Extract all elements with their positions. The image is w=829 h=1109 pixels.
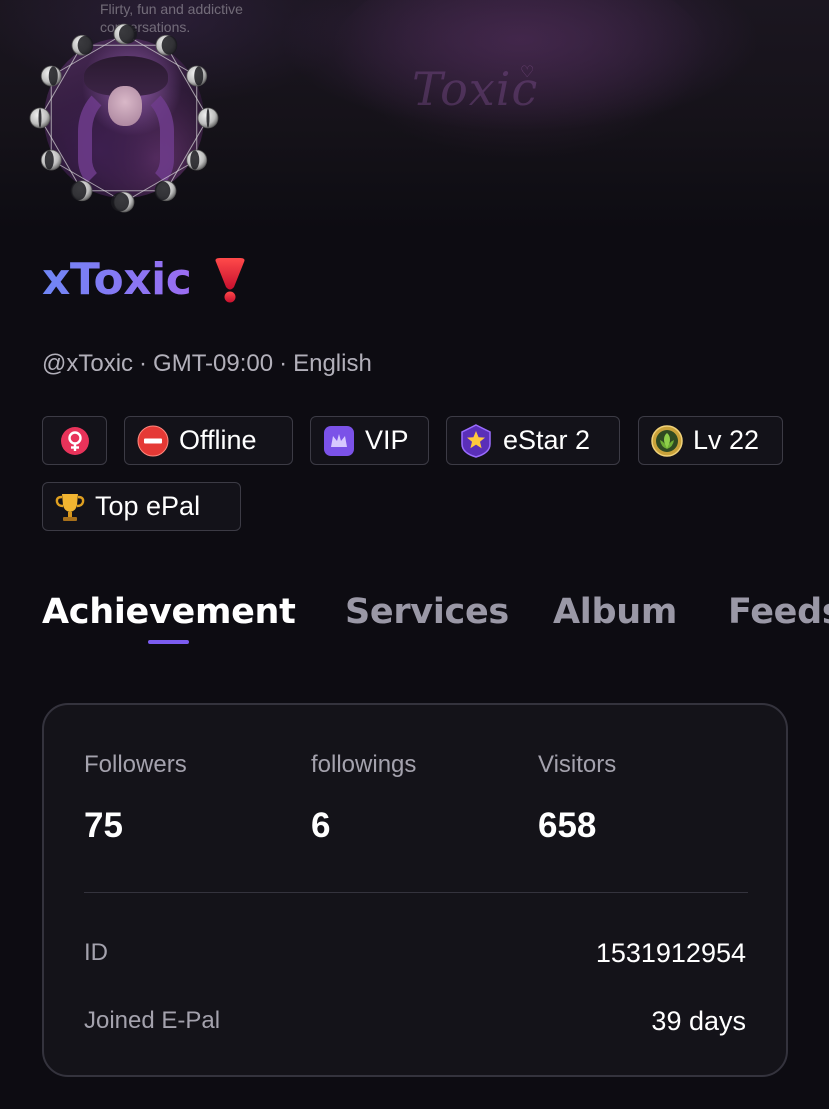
active-tab-indicator: [148, 640, 189, 644]
tab-services[interactable]: Services: [345, 590, 509, 634]
vip-badge: VIP: [310, 416, 429, 465]
visitors-label: Visitors: [538, 751, 617, 778]
timezone: GMT-09:00: [153, 350, 274, 377]
crown-icon: [324, 425, 354, 456]
star-shield-icon: [461, 423, 491, 458]
display-name: xToxic: [42, 250, 192, 310]
trophy-icon: [55, 493, 85, 521]
visitors-count: 658: [538, 806, 597, 845]
status-label: Offline: [179, 425, 257, 455]
followers-count[interactable]: 75: [84, 805, 123, 847]
tab-feeds[interactable]: Feeds: [728, 590, 829, 634]
language: English: [293, 350, 372, 377]
status-badge: Offline: [124, 416, 293, 465]
vip-label: VIP: [365, 425, 409, 455]
joined-value: 39 days: [651, 1006, 746, 1036]
level-label: Lv 22: [693, 425, 760, 455]
joined-label: Joined E-Pal: [84, 1007, 221, 1034]
tab-achievement[interactable]: Achievement: [42, 590, 296, 634]
female-symbol-icon: [60, 426, 89, 455]
no-entry-icon: [137, 425, 169, 456]
leaf-emblem-icon: [651, 424, 683, 457]
profile-meta: @xToxic · GMT-09:00 · English: [42, 350, 372, 377]
top-epal-badge: Top ePal: [42, 482, 241, 531]
followers-label: Followers: [84, 751, 187, 778]
gender-badge: [42, 416, 107, 465]
avatar[interactable]: [28, 22, 220, 214]
followings-count[interactable]: 6: [311, 805, 330, 847]
tab-album[interactable]: Album: [553, 590, 677, 634]
achievement-card: Followers 75 followings 6 Visitors 658 I…: [42, 703, 788, 1077]
id-label: ID: [84, 939, 108, 966]
level-badge: Lv 22: [638, 416, 783, 465]
estar-badge: eStar 2: [446, 416, 620, 465]
card-divider: [84, 892, 748, 893]
heart-outline-icon: ♡: [520, 64, 535, 81]
estar-label: eStar 2: [503, 425, 591, 455]
followings-label: followings: [311, 751, 417, 778]
moon-phase-frame-icon: [29, 23, 219, 213]
handle: @xToxic: [42, 350, 134, 377]
heavy-exclamation-icon: [215, 258, 245, 303]
id-value: 1531912954: [595, 938, 746, 968]
top-epal-label: Top ePal: [95, 491, 201, 521]
